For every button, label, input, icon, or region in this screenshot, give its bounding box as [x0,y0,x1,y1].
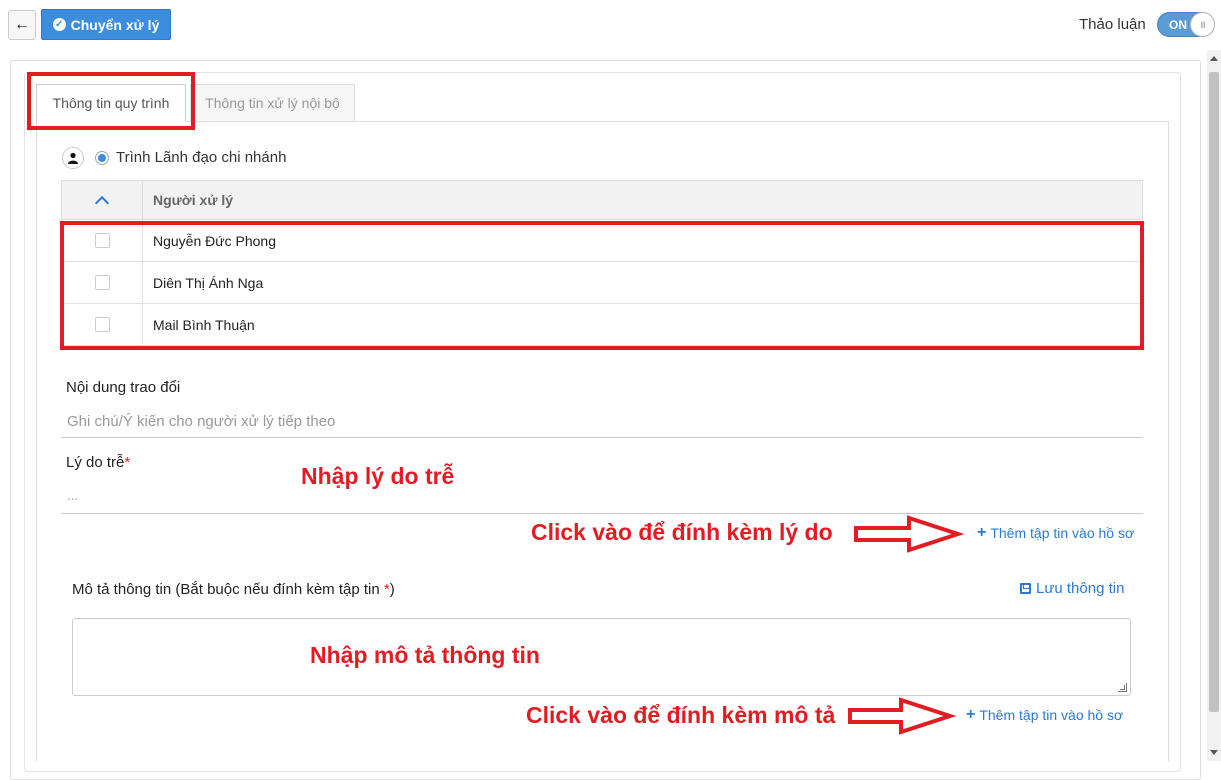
table-header: Người xử lý [61,180,1143,220]
tab-process-info[interactable]: Thông tin quy trình [36,84,186,122]
floppy-disk-icon [1020,583,1031,594]
content-exchange-input[interactable]: Ghi chú/Ý kiến cho người xử lý tiếp theo [67,413,335,430]
resize-grip-icon[interactable] [1118,683,1127,692]
arrow-right-icon [854,515,965,553]
tab-divider [36,121,1169,122]
user-icon [62,147,84,169]
scroll-up-icon[interactable] [1210,56,1218,61]
branch-leader-radio[interactable] [95,151,109,165]
content-border-left [36,121,37,761]
process-transfer-button[interactable]: ✓ Chuyển xử lý [41,9,171,40]
tab-internal-processing-label: Thông tin xử lý nội bộ [205,95,340,111]
plus-icon: + [966,706,976,723]
content-exchange-underline [61,437,1143,438]
vertical-scrollbar[interactable] [1207,50,1221,761]
content-exchange-label: Nội dung trao đổi [66,379,181,396]
required-mark: * [124,454,131,471]
content-border-right [1168,121,1169,761]
annotation-attach-description: Click vào để đính kèm mô tả [526,702,836,728]
discussion-toggle[interactable]: ON III [1157,12,1215,37]
delay-reason-input[interactable]: ... [67,488,78,503]
add-file-reason-link[interactable]: + Thêm tập tin vào hồ sơ [977,524,1134,542]
column-header-handler: Người xử lý [153,192,234,208]
add-file-description-text: Thêm tập tin vào hồ sơ [979,707,1124,723]
save-info-link[interactable]: Lưu thông tin [1020,580,1124,597]
delay-reason-label: Lý do trễ* [66,454,130,471]
arrow-right-icon [848,697,957,735]
scroll-down-icon[interactable] [1210,750,1218,755]
toggle-knob[interactable]: III [1190,12,1215,37]
description-label-end: ) [389,581,395,598]
discussion-label: Thảo luận [1079,16,1146,33]
back-button[interactable]: ← [8,10,36,40]
tab-internal-processing[interactable]: Thông tin xử lý nội bộ [190,84,355,122]
delay-reason-text: Lý do trễ [66,454,125,471]
add-file-reason-text: Thêm tập tin vào hồ sơ [990,525,1135,541]
process-transfer-label: Chuyển xử lý [70,16,160,33]
scroll-thumb[interactable] [1209,72,1219,712]
arrow-left-icon: ← [14,16,30,33]
highlight-rows-box [60,221,1144,350]
annotation-enter-delay: Nhập lý do trễ [301,463,455,489]
annotation-enter-description: Nhập mô tả thông tin [310,642,540,668]
delay-reason-underline [61,513,1143,514]
annotation-attach-reason: Click vào để đính kèm lý do [531,519,833,545]
plus-icon: + [977,524,987,541]
tab-process-info-label: Thông tin quy trình [52,95,170,111]
toggle-state-label: ON [1169,18,1187,32]
check-circle-icon: ✓ [52,18,66,31]
description-label-text: Mô tả thông tin (Bắt buộc nếu đính kèm t… [72,581,384,598]
description-textarea[interactable] [72,618,1131,696]
save-info-text: Lưu thông tin [1036,580,1125,597]
branch-leader-radio-label: Trình Lãnh đạo chi nhánh [116,149,287,166]
add-file-description-link[interactable]: + Thêm tập tin vào hồ sơ [966,706,1123,724]
collapse-toggle[interactable] [62,181,143,219]
chevron-up-icon [94,195,110,210]
top-toolbar: ← ✓ Chuyển xử lý Thảo luận ON III [0,0,1221,50]
description-label: Mô tả thông tin (Bắt buộc nếu đính kèm t… [72,581,395,598]
